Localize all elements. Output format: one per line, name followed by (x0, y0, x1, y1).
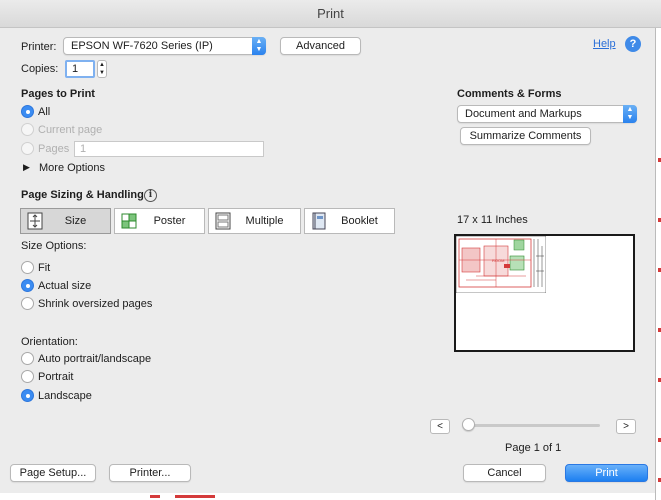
printer-select[interactable]: EPSON WF-7620 Series (IP) ▲ ▼ (63, 37, 266, 55)
preview-slider-track[interactable] (466, 424, 600, 427)
portrait-radio[interactable] (21, 370, 34, 383)
tab-poster-label: Poster (153, 215, 186, 227)
summarize-comments-button[interactable]: Summarize Comments (460, 127, 591, 145)
background-document-strip (655, 28, 661, 500)
shrink-oversized-label: Shrink oversized pages (38, 298, 153, 310)
all-pages-radio[interactable] (21, 105, 34, 118)
printer-select-value: EPSON WF-7620 Series (IP) (71, 40, 213, 52)
pages-range-input[interactable]: 1 (74, 141, 264, 157)
print-preview: ROOM (454, 234, 635, 352)
comments-forms-select-value: Document and Markups (465, 108, 582, 120)
current-page-label: Current page (38, 124, 103, 136)
cancel-button[interactable]: Cancel (463, 464, 546, 482)
print-dialog: Printer: EPSON WF-7620 Series (IP) ▲ ▼ Ad… (0, 28, 655, 500)
preview-page-thumbnail: ROOM (456, 236, 546, 293)
actual-size-label: Actual size (38, 280, 92, 292)
printer-label: Printer: (21, 41, 57, 53)
copies-label: Copies: (21, 63, 59, 75)
landscape-radio[interactable] (21, 389, 34, 402)
all-pages-label: All (38, 106, 51, 118)
help-icon[interactable]: ? (625, 36, 641, 52)
landscape-label: Landscape (38, 390, 92, 402)
fit-label: Fit (38, 262, 51, 274)
chevron-updown-icon: ▲ ▼ (623, 105, 637, 123)
size-options-label: Size Options: (21, 240, 87, 252)
tab-booklet[interactable]: Booklet (304, 208, 395, 234)
portrait-label: Portrait (38, 371, 74, 383)
preview-slider-knob[interactable] (462, 418, 475, 431)
tab-multiple[interactable]: Multiple (208, 208, 301, 234)
tab-booklet-label: Booklet (341, 215, 378, 227)
comments-forms-select[interactable]: Document and Markups ▲ ▼ (457, 105, 637, 123)
pages-to-print-heading: Pages to Print (21, 88, 95, 100)
advanced-button[interactable]: Advanced (280, 37, 361, 55)
copies-stepper[interactable]: ▲ ▼ (97, 60, 107, 78)
tab-size-label: Size (64, 215, 87, 227)
shrink-oversized-radio[interactable] (21, 297, 34, 310)
tab-multiple-label: Multiple (245, 215, 284, 227)
prev-page-button[interactable]: < (430, 419, 450, 434)
svg-text:ROOM: ROOM (492, 258, 504, 263)
current-page-radio[interactable] (21, 123, 34, 136)
print-button[interactable]: Print (565, 464, 648, 482)
copies-input[interactable]: 1 (65, 60, 95, 78)
paper-size-label: 17 x 11 Inches (457, 214, 528, 226)
page-sizing-heading: Page Sizing & Handling (21, 189, 144, 201)
fit-radio[interactable] (21, 261, 34, 274)
auto-orientation-label: Auto portrait/landscape (38, 353, 152, 365)
disclosure-triangle-icon[interactable]: ▶ (23, 162, 30, 173)
next-page-button[interactable]: > (616, 419, 636, 434)
orientation-label: Orientation: (21, 336, 78, 348)
window-title: Print (0, 0, 661, 28)
actual-size-radio[interactable] (21, 279, 34, 292)
page-indicator: Page 1 of 1 (505, 442, 562, 454)
info-icon[interactable]: i (144, 189, 157, 202)
chevron-up-icon[interactable]: ▲ (99, 62, 105, 68)
pages-label: Pages (38, 143, 70, 155)
tab-poster[interactable]: Poster (114, 208, 205, 234)
tab-size[interactable]: Size (20, 208, 111, 234)
chevron-down-icon[interactable]: ▼ (99, 70, 105, 76)
help-link[interactable]: Help (593, 38, 616, 50)
pages-radio[interactable] (21, 142, 34, 155)
comments-forms-heading: Comments & Forms (457, 88, 562, 100)
page-setup-button[interactable]: Page Setup... (10, 464, 96, 482)
auto-orientation-radio[interactable] (21, 352, 34, 365)
background-document-bottom (0, 493, 655, 500)
printer-button[interactable]: Printer... (109, 464, 191, 482)
chevron-updown-icon: ▲ ▼ (252, 37, 266, 55)
more-options-toggle[interactable]: More Options (39, 162, 105, 174)
